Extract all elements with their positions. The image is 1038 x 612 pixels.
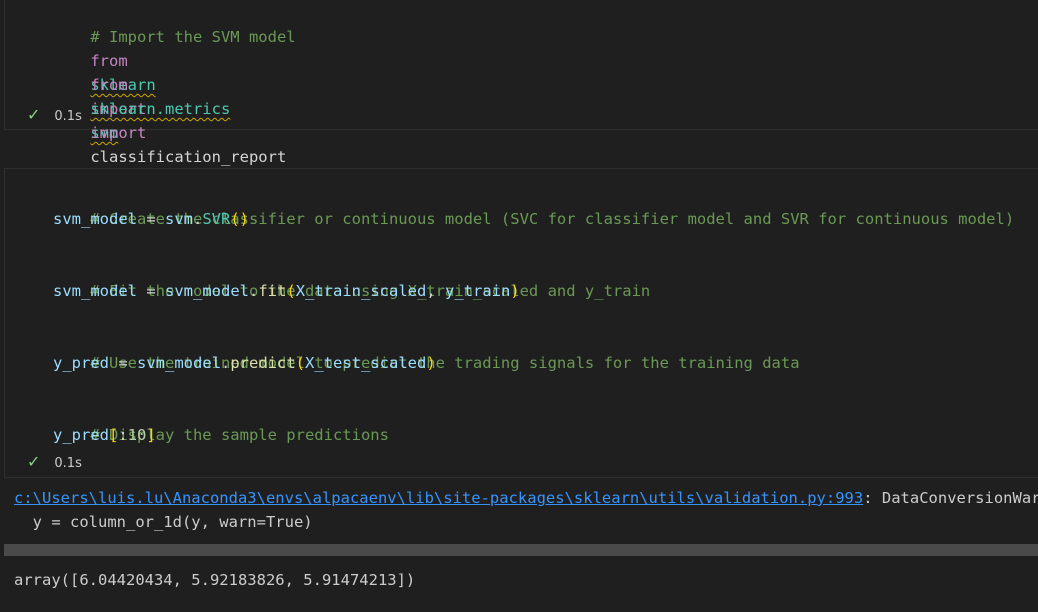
object-ref: svm_model bbox=[137, 354, 221, 372]
code-line-create-model: svm_model = svm.SVR() bbox=[53, 207, 249, 231]
import-name: classification_report bbox=[90, 148, 287, 166]
code-line-comment-1: # Create the classifier or continuous mo… bbox=[53, 183, 1014, 228]
code-line-display: y_pred[:10] bbox=[53, 423, 156, 447]
keyword-from: from bbox=[90, 76, 128, 94]
execution-time: 0.1s bbox=[54, 109, 82, 124]
function-name: fit bbox=[258, 282, 287, 300]
warning-code-line: y = column_or_1d(y, warn=True) bbox=[14, 513, 313, 531]
cell-2-status: ✓ 0.1s bbox=[27, 452, 82, 472]
paren-close: ) bbox=[510, 282, 520, 300]
paren-open: ( bbox=[286, 282, 296, 300]
code-line-comment-3: # Use the trained model to predict the t… bbox=[53, 327, 799, 372]
code-cell-1[interactable]: # Import the SVM model from sklearn impo… bbox=[4, 0, 1038, 166]
horizontal-scrollbar[interactable] bbox=[4, 544, 1038, 556]
function-name: predict bbox=[230, 354, 296, 372]
variable: svm_model bbox=[53, 282, 137, 300]
variable: y_pred bbox=[53, 354, 109, 372]
bracket-close: ] bbox=[146, 426, 156, 444]
code-line-comment-2: # Fit the model to the data using X_trai… bbox=[53, 255, 650, 300]
bracket-open: [ bbox=[109, 426, 119, 444]
warning-text: : DataConversionWarning bbox=[863, 489, 1038, 507]
code-line-fit: svm_model = svm_model.fit(X_train_scaled… bbox=[53, 279, 520, 303]
dot: . bbox=[249, 282, 259, 300]
variable: svm_model bbox=[53, 210, 137, 228]
code-line-predict: y_pred = svm_model.predict(X_test_scaled… bbox=[53, 351, 436, 375]
check-icon: ✓ bbox=[27, 452, 41, 471]
keyword-import: import bbox=[90, 124, 147, 142]
check-icon: ✓ bbox=[27, 105, 41, 124]
cell-1-status: ✓ 0.1s bbox=[27, 105, 82, 125]
argument: X_train_scaled bbox=[295, 282, 427, 300]
paren-close: ) bbox=[426, 354, 436, 372]
argument: X_test_scaled bbox=[305, 354, 427, 372]
module-name: sklearn.metrics bbox=[90, 100, 231, 118]
number: 10 bbox=[127, 426, 147, 444]
operator: = bbox=[137, 282, 165, 300]
operator: = bbox=[109, 354, 137, 372]
code-line-import-svm: from sklearn import svm bbox=[53, 25, 155, 142]
paren-open: ( bbox=[295, 354, 306, 372]
warning-line: c:\Users\luis.lu\Anaconda3\envs\alpacaen… bbox=[14, 486, 1038, 510]
operator: = bbox=[137, 210, 165, 228]
execution-time: 0.1s bbox=[54, 456, 82, 471]
result-output: array([6.04420434, 5.92183826, 5.9147421… bbox=[14, 571, 416, 589]
variable: y_pred bbox=[53, 426, 109, 444]
code-cell-2[interactable]: # Create the classifier or continuous mo… bbox=[4, 168, 1038, 478]
slice-colon: : bbox=[118, 426, 128, 444]
class-name: SVR bbox=[202, 210, 231, 228]
code-line-comment: # Import the SVM model bbox=[53, 1, 295, 46]
paren: () bbox=[230, 210, 250, 228]
file-path-link[interactable]: c:\Users\luis.lu\Anaconda3\envs\alpacaen… bbox=[14, 489, 863, 507]
object-ref: svm_model bbox=[165, 282, 249, 300]
module-ref: svm bbox=[165, 210, 193, 228]
dot: . bbox=[221, 354, 231, 372]
dot: . bbox=[193, 210, 203, 228]
argument: y_train bbox=[445, 282, 511, 300]
comma: , bbox=[426, 282, 446, 300]
code-line-comment-4: # Display the sample predictions bbox=[53, 399, 389, 444]
code-line-import-report: from sklearn.metrics import classificati… bbox=[53, 49, 286, 166]
